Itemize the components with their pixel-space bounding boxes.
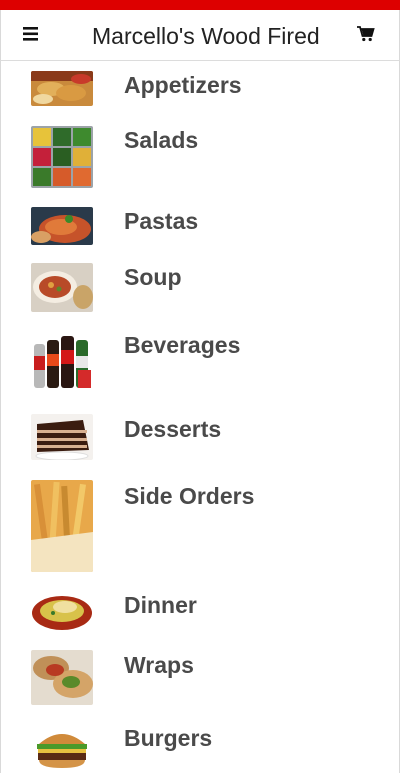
category-label: Appetizers (124, 72, 242, 98)
soup-photo (31, 263, 93, 312)
category-list: Appetizers Salads Pastas Soup Beverages … (0, 61, 400, 773)
category-item-appetizers[interactable]: Appetizers (1, 69, 399, 109)
beverages-photo (31, 330, 93, 388)
app-header: Marcello's Wood Fired Pizza (0, 10, 400, 61)
side-orders-photo (31, 480, 93, 572)
category-label: Salads (124, 127, 199, 153)
category-label: Burgers (124, 725, 213, 751)
category-label: Desserts (124, 416, 222, 442)
category-item-wraps[interactable]: Wraps (1, 648, 399, 706)
shopping-cart-icon[interactable] (357, 26, 379, 46)
category-item-beverages[interactable]: Beverages (1, 327, 399, 389)
wraps-photo (31, 650, 93, 705)
dinner-photo (31, 591, 93, 631)
category-label: Beverages (124, 332, 241, 358)
category-item-pastas[interactable]: Pastas (1, 204, 399, 246)
desserts-photo (31, 414, 93, 460)
pastas-photo (31, 207, 93, 245)
salads-photo (31, 126, 93, 188)
category-label: Pastas (124, 208, 199, 234)
burgers-photo (31, 724, 93, 773)
category-item-burgers[interactable]: Burgers (1, 721, 399, 773)
category-item-dinner[interactable]: Dinner (1, 588, 399, 632)
category-item-side-orders[interactable]: Side Orders (1, 479, 399, 573)
category-item-soup[interactable]: Soup (1, 261, 399, 313)
top-accent-bar (0, 0, 400, 10)
page-title: Marcello's Wood Fired Pizza (92, 23, 326, 49)
category-label: Wraps (124, 652, 194, 678)
hamburger-menu-icon[interactable] (23, 26, 45, 46)
category-label: Soup (124, 264, 182, 290)
category-item-salads[interactable]: Salads (1, 124, 399, 188)
appetizers-photo (31, 71, 93, 106)
category-item-desserts[interactable]: Desserts (1, 413, 399, 461)
category-label: Dinner (124, 592, 197, 618)
category-label: Side Orders (124, 483, 255, 509)
